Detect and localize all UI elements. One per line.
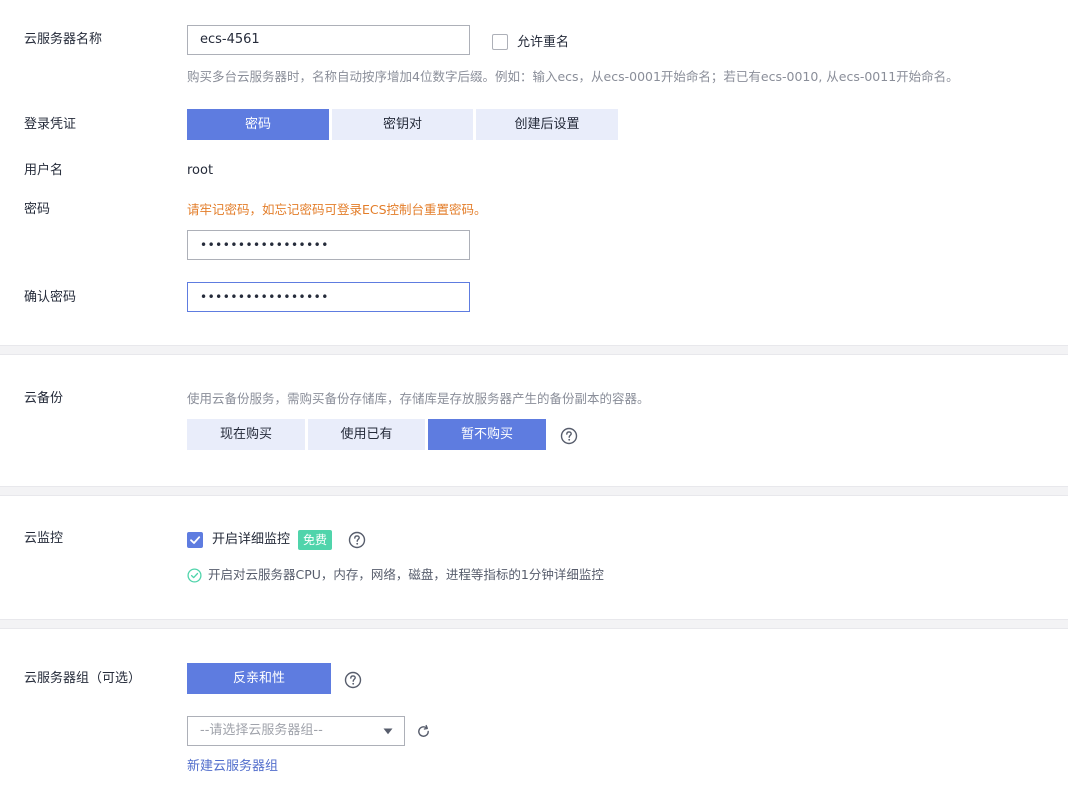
login-option-set-later[interactable]: 创建后设置	[476, 109, 618, 140]
server-name-hint: 购买多台云服务器时，名称自动按序增加4位数字后缀。例如：输入ecs，从ecs-0…	[187, 69, 959, 84]
check-icon	[190, 536, 201, 544]
server-name-label: 云服务器名称	[24, 32, 103, 47]
detailed-monitoring-label: 开启详细监控	[212, 532, 291, 547]
password-warning: 请牢记密码，如忘记密码可登录ECS控制台重置密码。	[187, 202, 487, 217]
monitoring-status-text: 开启对云服务器CPU，内存，网络，磁盘，进程等指标的1分钟详细监控	[208, 567, 604, 582]
section-divider	[0, 345, 1068, 355]
confirm-password-label: 确认密码	[24, 290, 77, 305]
free-badge: 免费	[298, 530, 333, 550]
caret-down-icon	[383, 728, 393, 735]
server-group-label: 云服务器组（可选）	[24, 671, 142, 686]
backup-option-use-existing[interactable]: 使用已有	[308, 419, 425, 450]
password-input[interactable]: •••••••••••••••••	[187, 230, 470, 260]
backup-label: 云备份	[24, 391, 64, 406]
refresh-icon[interactable]	[416, 724, 431, 739]
server-group-select-placeholder: --请选择云服务器组--	[200, 723, 323, 738]
login-option-password[interactable]: 密码	[187, 109, 329, 140]
detailed-monitoring-checkbox[interactable]	[187, 532, 203, 548]
password-label: 密码	[24, 202, 51, 217]
server-group-select[interactable]: --请选择云服务器组--	[187, 716, 405, 746]
login-option-keypair[interactable]: 密钥对	[332, 109, 473, 140]
anti-affinity-button[interactable]: 反亲和性	[187, 663, 331, 694]
username-label: 用户名	[24, 163, 64, 178]
login-credential-label: 登录凭证	[24, 117, 77, 132]
create-server-group-link[interactable]: 新建云服务器组	[187, 758, 278, 776]
section-divider	[0, 486, 1068, 496]
help-icon[interactable]	[560, 427, 578, 445]
backup-hint: 使用云备份服务，需购买备份存储库，存储库是存放服务器产生的备份副本的容器。	[187, 391, 650, 406]
server-name-input[interactable]: ecs-4561	[187, 25, 470, 55]
help-icon[interactable]	[344, 671, 362, 689]
section-divider	[0, 619, 1068, 629]
allow-duplicate-checkbox[interactable]	[492, 34, 508, 50]
confirm-password-input[interactable]: •••••••••••••••••	[187, 282, 470, 312]
backup-option-not-now[interactable]: 暂不购买	[428, 419, 546, 450]
backup-option-buy-now[interactable]: 现在购买	[187, 419, 305, 450]
username-value: root	[187, 163, 214, 178]
help-icon[interactable]	[348, 531, 366, 549]
success-check-icon	[187, 568, 202, 583]
allow-duplicate-label: 允许重名	[517, 35, 570, 50]
monitoring-label: 云监控	[24, 531, 64, 546]
